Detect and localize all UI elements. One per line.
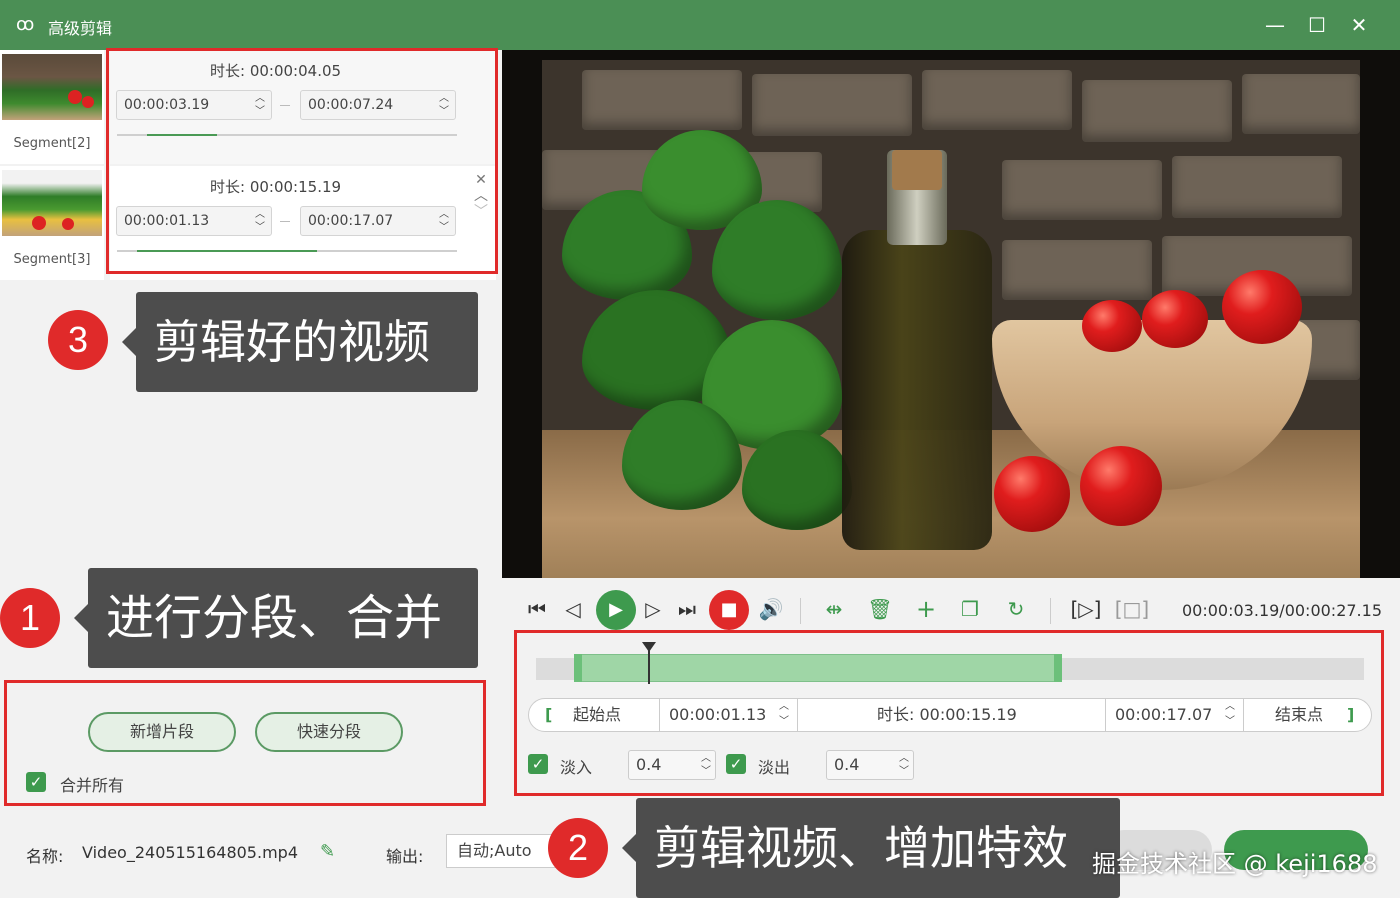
output-label: 输出: bbox=[386, 847, 424, 866]
maximize-button[interactable]: ☐ bbox=[1302, 10, 1332, 40]
video-frame bbox=[542, 60, 1360, 578]
annotation-callout-1: 进行分段、合并 bbox=[74, 568, 478, 668]
player-controls: ⏮ ◁ ▶ ▷ ⏭ ■ 🔊 ⇹ 🗑 + ❐ ↻ [▷] [□] 00:00:03… bbox=[502, 578, 1400, 808]
timecode: 00:00:03.19/00:00:27.15 bbox=[1182, 601, 1382, 620]
annotation-text-2: 剪辑视频、增加特效 bbox=[654, 821, 1068, 875]
play-selection-icon[interactable]: [▷] bbox=[1068, 594, 1104, 624]
volume-icon[interactable]: 🔊 bbox=[754, 594, 788, 624]
annotation-box-1 bbox=[4, 680, 486, 806]
segment-thumbnail-image bbox=[2, 54, 102, 120]
bottom-bar: 名称: Video_240515164805.mp4 ✎ 输出: 自动;Auto… bbox=[0, 798, 1400, 898]
copy-icon[interactable]: ❐ bbox=[954, 594, 986, 624]
annotation-badge-2: 2 bbox=[548, 818, 608, 878]
segment-thumbnail-2[interactable]: Segment[2] bbox=[0, 50, 104, 164]
annotation-box-3 bbox=[106, 48, 498, 274]
close-button[interactable]: ✕ bbox=[1344, 10, 1374, 40]
skip-to-start-icon[interactable]: ⏮ bbox=[522, 594, 552, 624]
segment-thumbnail-3[interactable]: Segment[3] bbox=[0, 166, 104, 280]
add-icon[interactable]: + bbox=[910, 594, 942, 624]
segment-panel: Segment[2] 时长: 00:00:04.05 00:00:03.19 ︿… bbox=[0, 48, 502, 808]
step-back-icon[interactable]: ◁ bbox=[558, 594, 588, 624]
title-bar: ꝏ 高级剪辑 — ☐ ✕ bbox=[0, 0, 1400, 50]
annotation-box-2 bbox=[514, 630, 1384, 796]
watermark: 掘金技术社区 @ keji1688 bbox=[1092, 850, 1378, 878]
skip-to-end-icon[interactable]: ⏭ bbox=[672, 594, 702, 624]
reset-icon[interactable]: ↻ bbox=[1000, 594, 1032, 624]
fit-selection-icon[interactable]: [□] bbox=[1114, 594, 1150, 624]
split-icon[interactable]: ⇹ bbox=[818, 594, 850, 624]
divider bbox=[800, 598, 801, 624]
annotation-text-1: 进行分段、合并 bbox=[106, 590, 443, 646]
app-logo-icon: ꝏ bbox=[16, 14, 35, 35]
video-preview[interactable] bbox=[502, 50, 1400, 578]
play-icon[interactable]: ▶ bbox=[596, 590, 636, 630]
annotation-text-3: 剪辑好的视频 bbox=[154, 315, 430, 369]
stop-icon[interactable]: ■ bbox=[709, 590, 749, 630]
output-filename: Video_240515164805.mp4 bbox=[82, 843, 298, 862]
annotation-badge-3: 3 bbox=[48, 310, 108, 370]
annotation-badge-1: 1 bbox=[0, 588, 60, 648]
name-label: 名称: bbox=[26, 847, 64, 866]
divider bbox=[1050, 598, 1051, 624]
step-forward-icon[interactable]: ▷ bbox=[638, 594, 668, 624]
output-select[interactable]: 自动;Auto bbox=[446, 834, 556, 868]
segment-thumbnail-image bbox=[2, 170, 102, 236]
annotation-callout-2: 剪辑视频、增加特效 bbox=[622, 798, 1120, 898]
window-title: 高级剪辑 bbox=[48, 19, 113, 38]
edit-name-icon[interactable]: ✎ bbox=[320, 841, 335, 862]
segment-label: Segment[3] bbox=[13, 252, 91, 267]
annotation-callout-3: 剪辑好的视频 bbox=[122, 292, 478, 392]
minimize-button[interactable]: — bbox=[1260, 10, 1290, 40]
delete-icon[interactable]: 🗑 bbox=[864, 594, 896, 624]
segment-label: Segment[2] bbox=[13, 136, 91, 151]
